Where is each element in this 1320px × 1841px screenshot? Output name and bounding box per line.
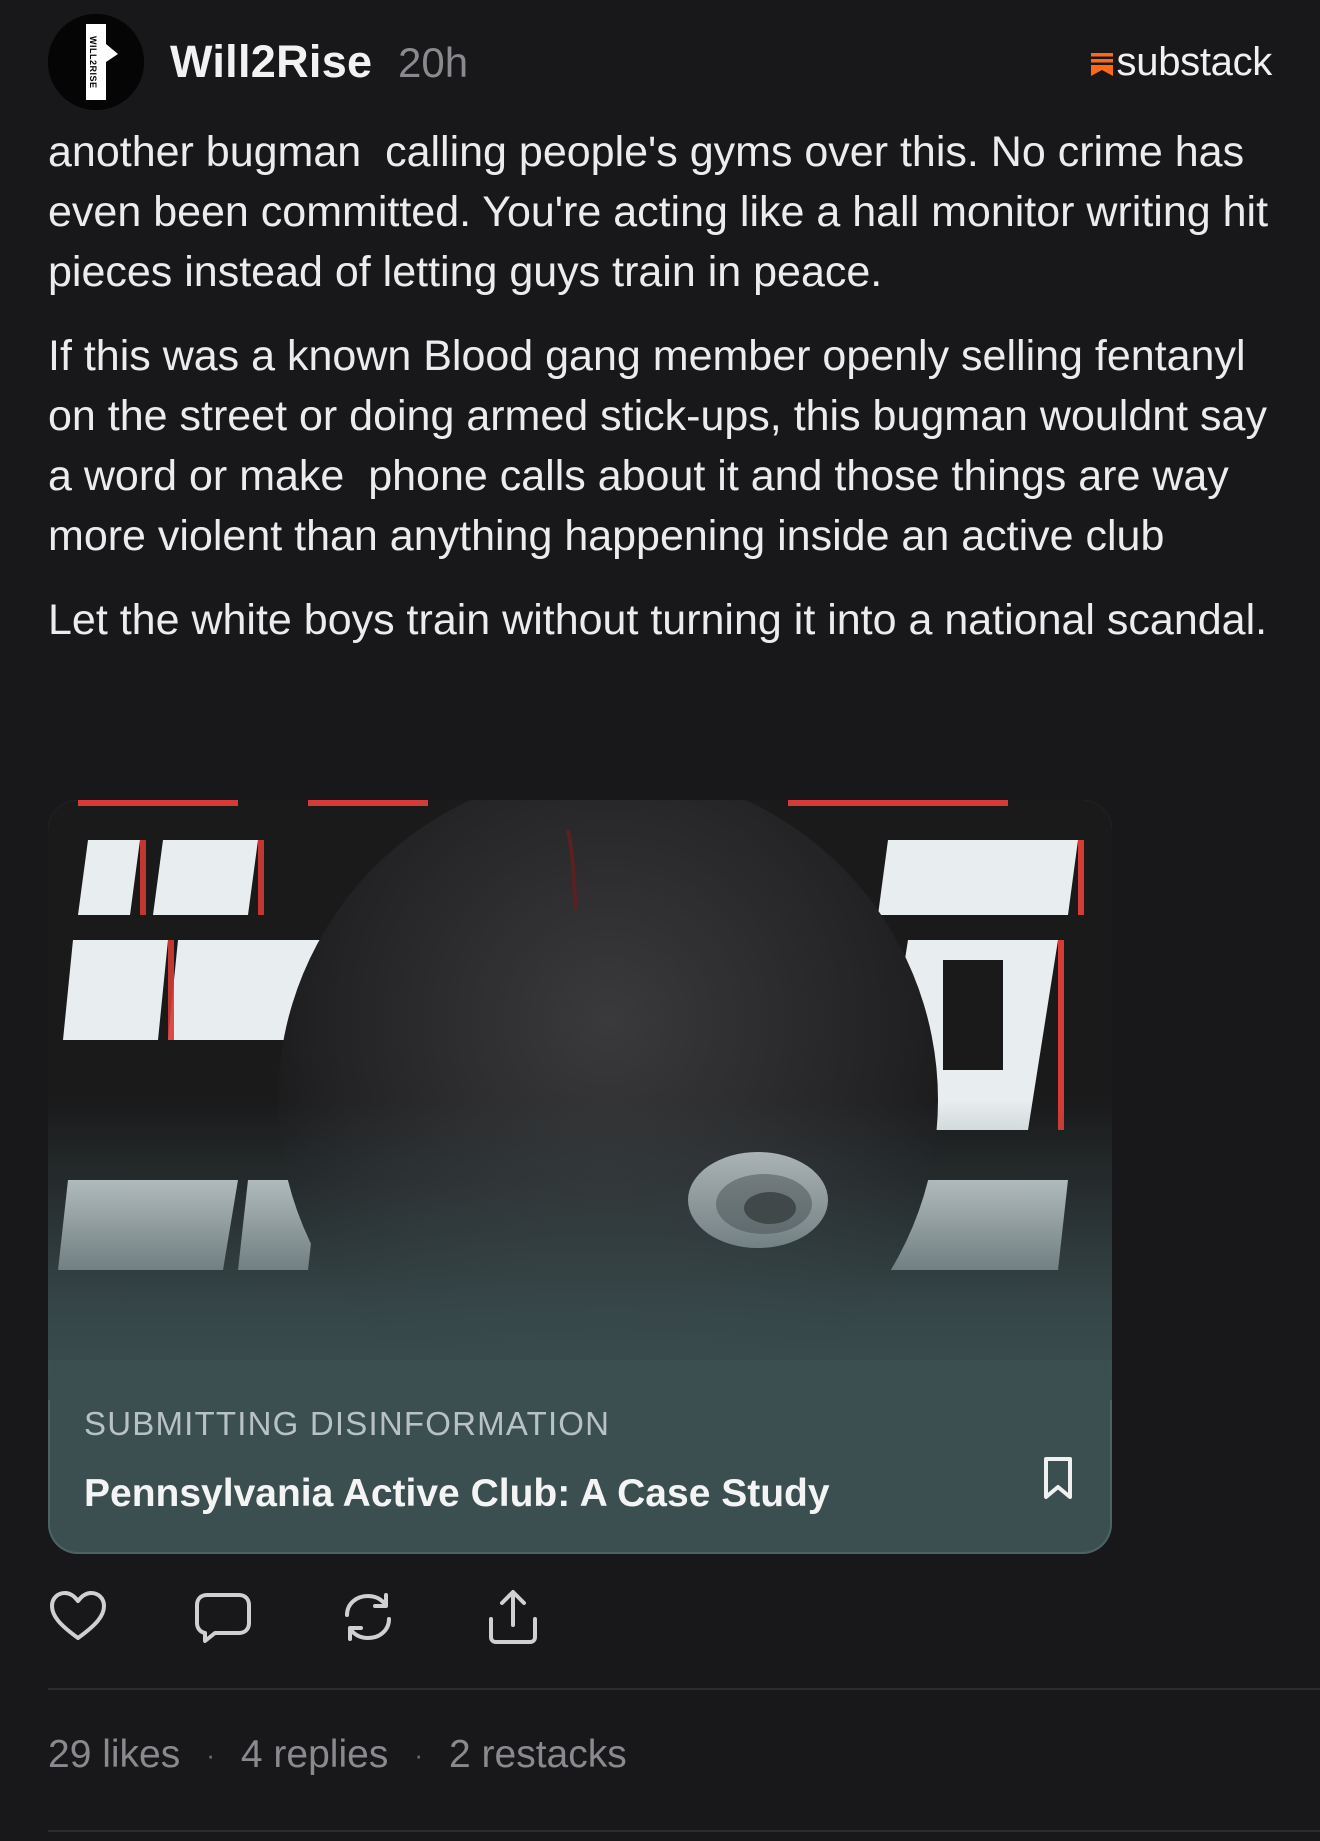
stats-separator: · <box>206 1739 215 1770</box>
card-publication-name: SUBMITTING DISINFORMATION <box>84 1405 611 1442</box>
substack-brand: substack <box>1090 40 1273 85</box>
linked-article-card[interactable]: SUBMITTING DISINFORMATION Pennsylvania A… <box>48 800 1112 1554</box>
avatar-wordmark: WILL2RISE <box>88 36 98 89</box>
post-paragraph: another bugman calling people's gyms ove… <box>48 128 1280 296</box>
comment-icon <box>195 1593 251 1643</box>
replies-count[interactable]: 4 replies <box>241 1733 388 1777</box>
divider <box>48 1688 1320 1690</box>
stats-separator: · <box>414 1739 423 1770</box>
divider <box>48 1830 1320 1832</box>
post-header: WILL2RISE Will2Rise 20h substack <box>48 14 1272 110</box>
author-name[interactable]: Will2Rise <box>170 36 372 88</box>
post-paragraph: If this was a known Blood gang member op… <box>48 332 1279 560</box>
post-body: another bugman calling people's gyms ove… <box>48 122 1298 674</box>
substack-logo-icon <box>1090 52 1113 76</box>
share-icon <box>489 1590 537 1644</box>
share-button[interactable] <box>483 1587 543 1647</box>
like-button[interactable] <box>48 1587 108 1647</box>
author-avatar[interactable]: WILL2RISE <box>48 14 144 110</box>
substack-wordmark: substack <box>1116 40 1273 84</box>
post-paragraph: Let the white boys train without turning… <box>48 596 1268 644</box>
heart-icon <box>50 1591 106 1640</box>
cover-gradient <box>48 1100 1112 1400</box>
restack-button[interactable] <box>338 1587 398 1647</box>
bookmark-icon[interactable] <box>1040 1455 1076 1503</box>
reply-button[interactable] <box>193 1587 253 1647</box>
restack-icon <box>345 1593 391 1641</box>
likes-count[interactable]: 29 likes <box>48 1733 180 1777</box>
engagement-stats: 29 likes · 4 replies · 2 restacks <box>48 1733 627 1777</box>
post-time: 20h <box>398 39 469 86</box>
avatar-logo-icon: WILL2RISE <box>48 14 144 110</box>
card-article-title[interactable]: Pennsylvania Active Club: A Case Study <box>84 1472 830 1516</box>
restacks-count[interactable]: 2 restacks <box>449 1733 627 1777</box>
